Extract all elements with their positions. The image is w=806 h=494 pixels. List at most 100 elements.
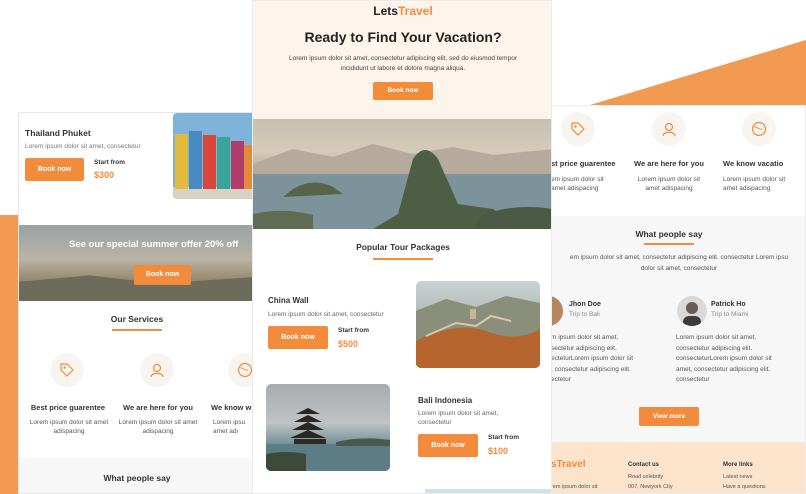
- offer-book-now-button[interactable]: Book now: [134, 265, 191, 285]
- review-line: m ipsum dolor sit amet,: [551, 334, 619, 341]
- service-description: Lorem ipsu amet adi: [213, 419, 246, 435]
- review-line: consectetur adipiscing elit.: [676, 344, 753, 352]
- hero-desc-line: incididunt ut labore et dolore magna ali…: [340, 65, 466, 72]
- service-title: We know w: [211, 403, 252, 412]
- support-agent-icon: [150, 363, 164, 378]
- popular-packages-title: Popular Tour Packages: [356, 242, 450, 252]
- desc-line: amet adispacing: [723, 184, 771, 192]
- hero-description: Lorem ipsum dolor sit amet, consectetur …: [273, 54, 533, 74]
- title-underline: [373, 258, 433, 260]
- footer-links-title: More links: [723, 462, 753, 468]
- intro-line: dolor sit amet, consectetur: [640, 264, 718, 272]
- footer: sTravel rem ipsum dolor sit Contact us R…: [551, 442, 805, 493]
- services-section: st price guarentee We are here for you W…: [551, 106, 805, 216]
- service-icon-wrap: [561, 112, 595, 146]
- service-title: We know vacatio: [723, 159, 784, 168]
- service-title: We are here for you: [634, 159, 704, 168]
- book-now-button[interactable]: Book now: [25, 158, 84, 181]
- tour-title: Thailand Phuket: [25, 128, 91, 138]
- package-book-now-button[interactable]: Book now: [418, 434, 478, 457]
- review-line: consecteturLorem ipsum dolor sit: [676, 355, 772, 362]
- reviewer-trip: Trip to Miami: [711, 311, 749, 318]
- footer-logo: sTravel: [551, 459, 586, 470]
- hero-desc-line: Lorem ipsum dolor sit amet, consectetur …: [289, 55, 517, 62]
- review-line: , consectetur adipiscing elit.: [551, 365, 631, 373]
- bali-temple-image: [266, 384, 390, 471]
- package-title: China Wall: [268, 296, 309, 305]
- review-line: consectetur: [676, 376, 710, 383]
- footer-contact-item: Road celebrity: [628, 474, 664, 480]
- review-text: m ipsum dolor sit amet, sectetur adipisc…: [551, 333, 661, 386]
- price-value: $300: [94, 170, 115, 180]
- logo-part-1: Lets: [373, 4, 398, 18]
- package-desc-line: Lorem ipsum dolor sit amet,: [418, 410, 499, 417]
- desc-line: amet adispacing: [551, 184, 599, 192]
- right-email-preview: st price guarentee We are here for you W…: [550, 105, 806, 494]
- review-line: amet, consectetur adipiscing elit.: [676, 365, 771, 373]
- hero-title: Ready to Find Your Vacation?: [304, 29, 502, 45]
- footer-contact-item: 007, Newyork City: [628, 484, 673, 490]
- temple-illustration: [266, 408, 390, 471]
- brand-logo: LetsTravel: [253, 4, 551, 18]
- review-text: Lorem ipsum dolor sit amet, consectetur …: [676, 333, 805, 386]
- review-line: Lorem ipsum dolor sit amet,: [676, 334, 757, 341]
- service-description: Lorem ipsum dolor sit amet adispacing: [723, 176, 805, 193]
- hero-book-now-button[interactable]: Book now: [373, 82, 433, 100]
- footer-link-questions[interactable]: Have a questions: [723, 484, 766, 490]
- footer-link-latest-news[interactable]: Latest news: [723, 474, 752, 480]
- service-description: Lorem ipsum dolor sit amet adispacing: [629, 176, 709, 193]
- footer-contact-title: Contact us: [628, 462, 660, 468]
- title-underline: [112, 329, 162, 331]
- service-icon-wrap: [228, 353, 253, 387]
- intro-line: em ipsum dolor sit amet, consectetur adi…: [569, 254, 789, 261]
- left-email-preview: Thailand Phuket Lorem ipsum dolor sit am…: [18, 112, 254, 494]
- tag-icon: [571, 122, 585, 136]
- package-book-now-button[interactable]: Book now: [268, 326, 328, 349]
- service-icon-wrap: [742, 112, 776, 146]
- tag-icon: [60, 363, 74, 377]
- title-underline: [644, 243, 694, 245]
- service-title: We are here for you: [123, 403, 193, 412]
- price-label: Start from: [338, 327, 370, 334]
- tour-card-thailand: Thailand Phuket Lorem ipsum dolor sit am…: [19, 113, 253, 223]
- summer-offer-banner: See our special summer offer 20% off Boo…: [19, 225, 253, 301]
- service-description: Lorem ipsum dolor sit amet adispacing: [29, 419, 109, 435]
- package-title: Bali Indonesia: [418, 396, 473, 405]
- reviewer-trip: Trip to Bali: [569, 311, 600, 318]
- desc-line: Lorem ipsum dolor sit: [723, 176, 786, 183]
- intro-text: em ipsum dolor sit amet, consectetur adi…: [551, 253, 805, 274]
- rio-landscape-image: [253, 119, 551, 229]
- colorful-beach-huts-image: [173, 113, 253, 199]
- price-value: $100: [488, 446, 509, 456]
- price-value: $500: [338, 339, 359, 349]
- what-people-say-title: What people say: [103, 473, 171, 483]
- tour-description: Lorem ipsum dolor sit amet, consectetur: [25, 143, 141, 150]
- service-description: Lorem ipsum dolor sit amet adispacing: [118, 419, 198, 435]
- service-title: Best price guarentee: [30, 403, 106, 412]
- logo-part-2: Travel: [397, 4, 433, 18]
- service-icon-wrap: [140, 353, 174, 387]
- price-label: Start from: [94, 159, 126, 166]
- package-description: Lorem ipsum dolor sit amet, consectetur: [268, 311, 384, 318]
- great-wall-image: [416, 281, 540, 368]
- package-description: Lorem ipsum dolor sit amet, consectetur: [418, 409, 498, 427]
- package-desc-line: consectetur: [418, 419, 452, 426]
- reviewer-name: Patrick Ho: [711, 301, 746, 308]
- avatar: [677, 296, 707, 326]
- great-wall-illustration: [416, 296, 540, 368]
- what-people-say-section: What people say: [19, 458, 253, 493]
- what-people-say-title: What people say: [635, 229, 703, 239]
- service-title: st price guarentee: [551, 159, 616, 168]
- footer-logo-sub: rem ipsum dolor sit: [551, 484, 598, 490]
- service-icon-wrap: [50, 353, 84, 387]
- support-agent-icon: [662, 122, 676, 137]
- email-template-showcase: Thailand Phuket Lorem ipsum dolor sit am…: [0, 0, 806, 494]
- offer-text: See our special summer offer 20% off: [69, 239, 239, 250]
- desc-line: em ipsum dolor sit: [551, 176, 604, 183]
- review-line: ectetur: [551, 376, 571, 383]
- desc-line: amet adispacing: [645, 184, 693, 192]
- service-description: em ipsum dolor sit amet adispacing: [551, 176, 615, 193]
- next-card-edge: [425, 489, 551, 493]
- what-people-say-section: What people say em ipsum dolor sit amet,…: [551, 216, 805, 444]
- view-more-button[interactable]: View more: [639, 407, 699, 426]
